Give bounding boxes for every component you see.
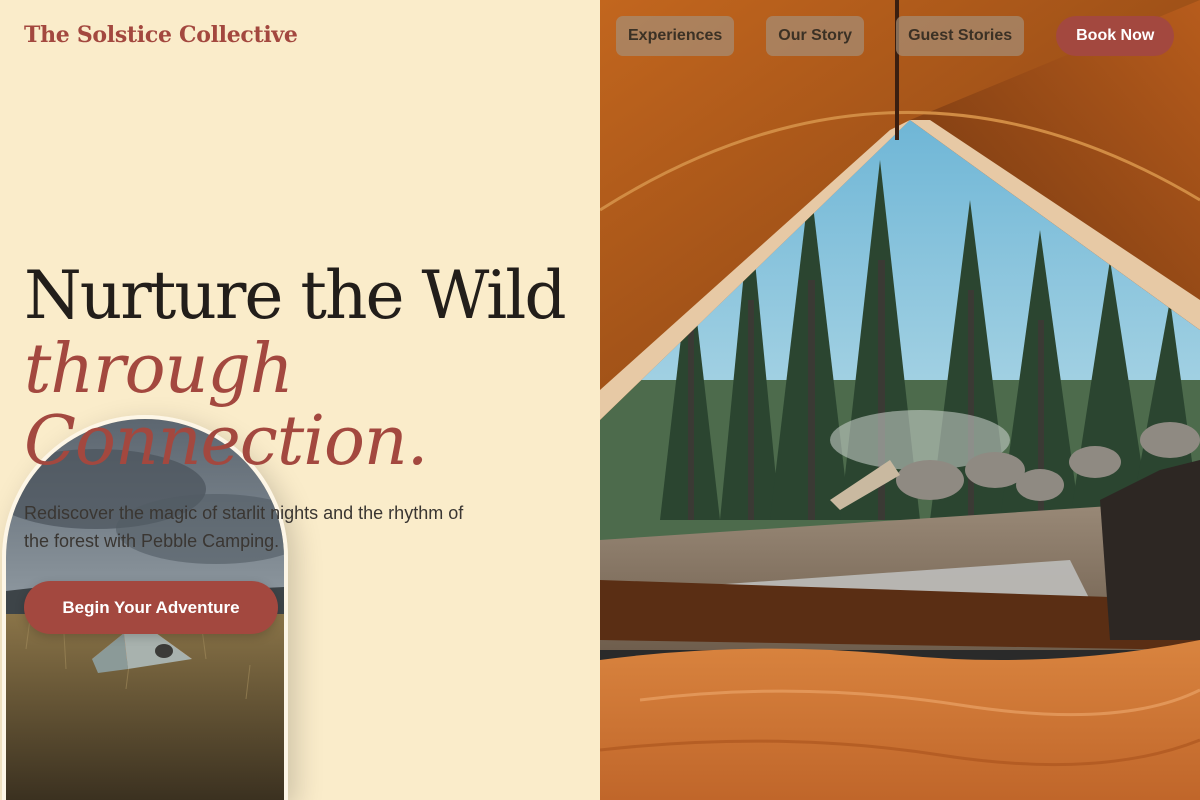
begin-adventure-button[interactable]: Begin Your Adventure: [24, 581, 278, 634]
hero-subtext: Rediscover the magic of starlit nights a…: [24, 503, 464, 551]
headline-line-1: Nurture the Wild: [24, 257, 567, 334]
hero-headline: Nurture the Wild through Connection.: [24, 258, 594, 478]
nav-our-story[interactable]: Our Story: [766, 16, 865, 56]
book-now-button[interactable]: Book Now: [1056, 16, 1175, 56]
nav-experiences[interactable]: Experiences: [616, 16, 735, 56]
hero-image: [600, 0, 1200, 800]
headline-line-3: Connection.: [24, 402, 428, 481]
brand-logo[interactable]: The Solstice Collective: [24, 22, 298, 48]
headline-line-2: through: [24, 330, 294, 409]
top-nav: Experiences Our Story Guest Stories Book…: [616, 16, 1175, 56]
nav-guest-stories[interactable]: Guest Stories: [896, 16, 1025, 56]
